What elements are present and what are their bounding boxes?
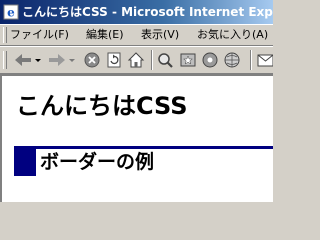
- dropdown-arrow-icon[interactable]: [34, 51, 42, 69]
- toolbar-separator: [151, 50, 153, 70]
- refresh-icon[interactable]: [104, 51, 124, 69]
- menu-edit[interactable]: 編集(E): [86, 28, 124, 42]
- svg-text:e: e: [7, 6, 15, 20]
- back-arrow-icon[interactable]: [12, 51, 34, 69]
- mail-icon[interactable]: [256, 51, 273, 69]
- title-bar[interactable]: e こんにちはCSS - Microsoft Internet Explorer: [0, 0, 273, 24]
- stop-icon[interactable]: [82, 51, 102, 69]
- window-title: こんにちはCSS - Microsoft Internet Explorer: [22, 5, 273, 19]
- border-example-box: ボーダーの例: [14, 146, 273, 176]
- menubar-grip[interactable]: [3, 27, 7, 43]
- toolbar: [0, 46, 273, 74]
- forward-arrow-icon[interactable]: [46, 51, 68, 69]
- toolbar-separator: [250, 50, 252, 70]
- dropdown-arrow-icon[interactable]: [68, 51, 76, 69]
- menu-file[interactable]: ファイル(F): [10, 28, 69, 42]
- browser-window: e こんにちはCSS - Microsoft Internet Explorer…: [0, 0, 273, 202]
- ie-logo-icon: e: [3, 4, 19, 20]
- menu-favorites[interactable]: お気に入り(A): [197, 28, 268, 42]
- history-icon[interactable]: [222, 51, 242, 69]
- media-icon[interactable]: [200, 51, 220, 69]
- page-content: こんにちはCSS ボーダーの例: [0, 74, 273, 202]
- toolbar-grip[interactable]: [3, 51, 7, 69]
- menu-view[interactable]: 表示(V): [141, 28, 179, 42]
- border-example-heading: ボーダーの例: [40, 151, 155, 173]
- home-icon[interactable]: [126, 51, 146, 69]
- favorites-icon[interactable]: [178, 51, 198, 69]
- page-heading: こんにちはCSS: [16, 92, 188, 120]
- search-icon[interactable]: [156, 51, 176, 69]
- menu-bar: ファイル(F) 編集(E) 表示(V) お気に入り(A): [0, 24, 273, 46]
